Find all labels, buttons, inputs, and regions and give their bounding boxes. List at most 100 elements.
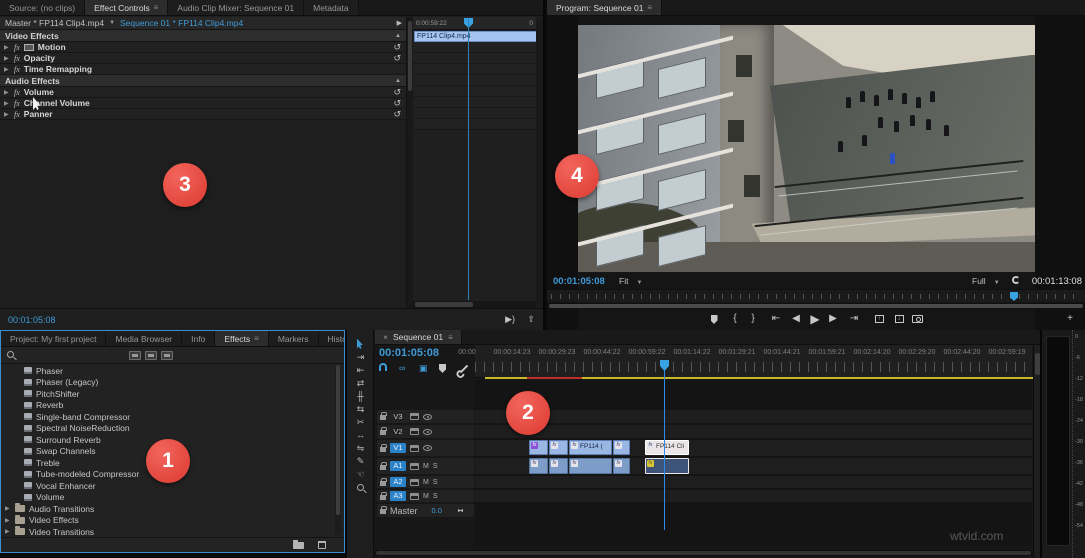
zoom-tool[interactable] [347, 481, 374, 494]
track-name-a2[interactable]: A2 [390, 477, 406, 487]
lock-icon[interactable] [380, 461, 387, 470]
sync-lock-icon[interactable] [410, 444, 419, 452]
toggle-track-output-icon[interactable] [423, 428, 432, 435]
effect-item-phaser[interactable]: Phaser [1, 365, 334, 377]
reset-icon[interactable]: ↺ [393, 42, 401, 52]
effect-item-reverb[interactable]: Reverb [1, 400, 334, 412]
tab-effect-controls[interactable]: Effect Controls ≡ [85, 0, 169, 15]
reset-icon[interactable]: ↺ [393, 109, 401, 119]
master-clip-label[interactable]: Master * FP114 Clip4.mp4 [5, 18, 104, 28]
effects-folder-audio-transitions[interactable]: ▶ Audio Transitions [1, 503, 334, 515]
track-select-forward-tool[interactable]: ⇥ [347, 351, 374, 364]
effects-folder-video-effects[interactable]: ▶ Video Effects [1, 514, 334, 527]
sequence-clip-label[interactable]: Sequence 01 * FP114 Clip4.mp4 [120, 18, 243, 28]
disclosure-icon[interactable]: ▶ [4, 55, 10, 62]
tab-metadata[interactable]: Metadata [304, 0, 359, 15]
mini-timeline-hscrollbar[interactable] [413, 301, 536, 308]
sync-lock-icon[interactable] [410, 428, 419, 435]
yuv-effects-badge[interactable] [161, 351, 173, 360]
master-volume-value[interactable]: 0.0 [432, 506, 442, 515]
video-clip-segment[interactable]: fx FP114 ( [569, 440, 612, 455]
zoom-level-select[interactable]: Fit ▼ [619, 276, 642, 286]
reset-icon[interactable]: ↺ [393, 87, 401, 97]
go-to-in-button[interactable]: ⇤ [769, 312, 783, 326]
audio-clip-segment[interactable]: fx [613, 458, 630, 474]
video-clip-segment[interactable]: fx [529, 440, 548, 455]
mute-button[interactable]: M [423, 463, 429, 470]
reset-icon[interactable]: ↺ [393, 53, 401, 63]
track-name-v3[interactable]: V3 [390, 412, 406, 422]
mute-button[interactable]: M [423, 493, 429, 500]
program-mini-ruler[interactable] [547, 289, 1085, 302]
button-editor-button[interactable]: + [1063, 312, 1077, 326]
show-timeline-view-icon[interactable]: ▶ [397, 19, 402, 27]
rate-stretch-tool[interactable]: ⇆ [347, 403, 374, 416]
disclosure-icon[interactable]: ▶ [4, 44, 10, 51]
chevron-down-icon[interactable]: ▼ [109, 20, 115, 26]
effect-item-pitchshifter[interactable]: PitchShifter [1, 388, 334, 400]
add-marker-button[interactable] [707, 312, 721, 329]
step-forward-button[interactable]: ▶ [826, 312, 840, 326]
sync-lock-icon[interactable] [410, 492, 419, 500]
program-playhead-marker[interactable] [1010, 292, 1018, 301]
effect-row-volume[interactable]: ▶ fx Volume ↺ [0, 87, 406, 98]
ripple-edit-tool[interactable]: ⇄ [347, 377, 374, 390]
panel-menu-icon[interactable]: ≡ [254, 334, 259, 343]
slide-tool[interactable]: ⇋ [347, 442, 374, 455]
reset-icon[interactable]: ↺ [393, 98, 401, 108]
tab-project-my-first-project[interactable]: Project: My first project [1, 331, 107, 346]
mini-timeline-ruler[interactable]: 0:00:59:22 0 [413, 17, 536, 30]
audio-clip-segment[interactable]: fx [549, 458, 568, 474]
audio-clip-segment[interactable]: fx [529, 458, 548, 474]
disclosure-icon[interactable]: ▶ [4, 89, 10, 96]
lock-icon[interactable] [380, 427, 387, 435]
effect-item-spectral-noisereduction[interactable]: Spectral NoiseReduction [1, 423, 334, 435]
slip-tool[interactable]: ↔ [347, 429, 374, 442]
tab-media-browser[interactable]: Media Browser [106, 331, 183, 346]
effects-folder-video-transitions[interactable]: ▶ Video Transitions [1, 526, 334, 535]
track-name-v2[interactable]: V2 [390, 427, 406, 437]
extract-button[interactable]: ↓ [892, 312, 906, 323]
solo-button[interactable]: S [433, 463, 438, 470]
tab-source-no-clips[interactable]: Source: (no clips) [0, 0, 86, 15]
timeline-hscrollbar[interactable] [375, 550, 1032, 556]
tab-info[interactable]: Info [182, 331, 216, 346]
selected-video-clip[interactable]: fx FP114 Cli [645, 440, 689, 455]
track-name-a3[interactable]: A3 [390, 491, 406, 501]
hand-tool[interactable]: ☜ [347, 468, 374, 481]
effect-row-time-remapping[interactable]: ▶ fx Time Remapping [0, 64, 406, 75]
disclosure-icon[interactable]: ▶ [5, 505, 11, 512]
playback-resolution-select[interactable]: Full ▼ [972, 276, 1000, 286]
rolling-edit-tool[interactable]: ╫ [347, 390, 374, 403]
solo-button[interactable]: S [433, 493, 438, 500]
effect-item-phaser-legacy[interactable]: Phaser (Legacy) [1, 377, 334, 389]
mark-in-button[interactable]: { [728, 312, 742, 326]
panel-menu-icon[interactable]: ≡ [154, 3, 159, 12]
toggle-track-output-icon[interactable] [423, 413, 432, 420]
disclosure-icon[interactable]: ▶ [4, 100, 10, 107]
razor-tool[interactable]: ✂ [347, 416, 374, 429]
tab-effects[interactable]: Effects ≡ [215, 331, 269, 346]
program-scrollbar[interactable] [547, 303, 1085, 309]
trash-icon[interactable] [318, 541, 326, 549]
timeline-ruler[interactable]: 00:00 00:00:14:23 00:00:29:23 00:00:44:22 00… [458, 345, 1032, 378]
lock-icon[interactable] [380, 491, 387, 500]
search-icon[interactable] [7, 351, 14, 358]
export-frame-button[interactable] [910, 312, 924, 323]
effect-item-volume[interactable]: Volume [1, 492, 334, 504]
effect-row-motion[interactable]: ▶ fx Motion ↺ [0, 42, 406, 53]
selection-tool[interactable] [347, 338, 374, 351]
effect-row-channel-volume[interactable]: ▶ fx Channel Volume ↺ [0, 98, 406, 109]
toggle-effects-icon[interactable]: ⇧ [527, 314, 535, 325]
selected-audio-clip[interactable]: fx [645, 458, 689, 474]
collapse-icon[interactable]: ▲ [395, 78, 401, 84]
sync-lock-icon[interactable] [410, 478, 419, 486]
tab-audio-clip-mixer-sequence-01[interactable]: Audio Clip Mixer: Sequence 01 [168, 0, 305, 15]
disclosure-icon[interactable]: ▶ [5, 517, 11, 524]
tab-history[interactable]: History [318, 331, 344, 346]
disclosure-icon[interactable]: ▶ [5, 528, 11, 535]
effects-list-scrollbar[interactable] [335, 365, 341, 535]
effect-item-single-band-compressor[interactable]: Single-band Compressor [1, 411, 334, 423]
lift-button[interactable]: ↑ [872, 312, 886, 323]
collapse-icon[interactable]: ▲ [395, 33, 401, 39]
